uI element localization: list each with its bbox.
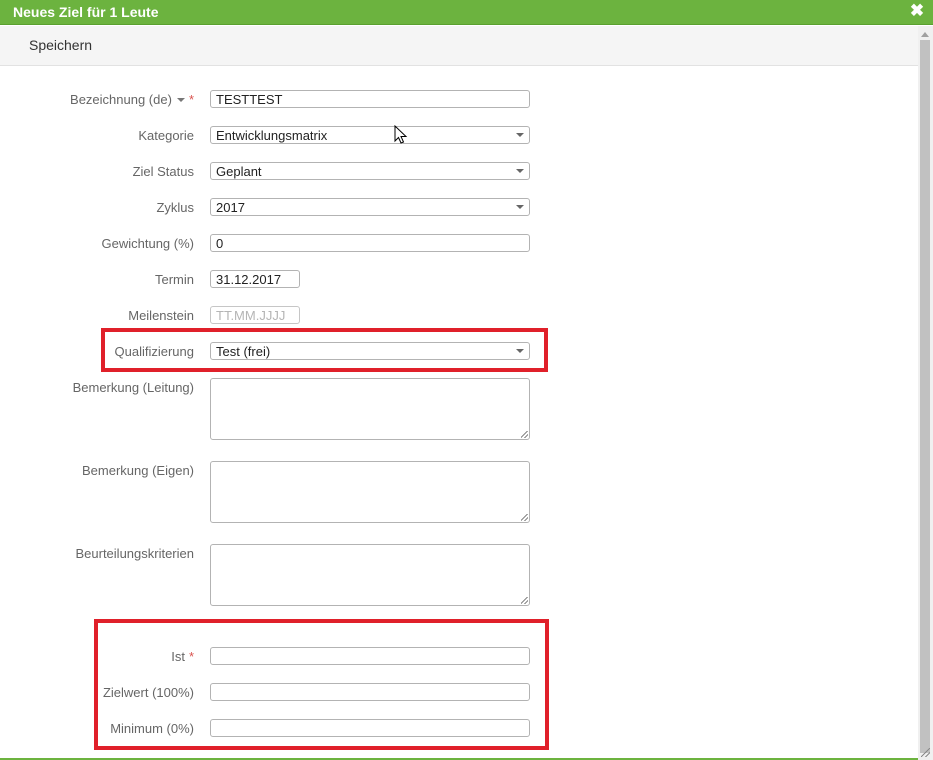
gewichtung-input[interactable]: 0 <box>210 234 530 252</box>
vertical-scrollbar[interactable] <box>918 26 933 760</box>
resize-handle-icon[interactable] <box>521 514 528 521</box>
toolbar: Speichern <box>0 26 918 66</box>
bemerkung-leitung-label: Bemerkung (Leitung) <box>72 380 194 395</box>
termin-label: Termin <box>154 272 194 287</box>
bezeichnung-input[interactable]: TESTTEST <box>210 90 530 108</box>
scroll-up-arrow-icon[interactable] <box>921 32 929 37</box>
zyklus-select-value: 2017 <box>216 200 245 215</box>
mouse-cursor-icon <box>394 125 408 144</box>
language-dropdown-caret-icon[interactable] <box>176 97 185 102</box>
required-marker: * <box>188 92 194 107</box>
zyklus-label: Zyklus <box>156 200 194 215</box>
close-icon[interactable]: ✖ <box>909 2 925 20</box>
kategorie-label: Kategorie <box>138 128 194 143</box>
highlight-box-qualifizierung <box>101 328 548 372</box>
dialog-titlebar: Neues Ziel für 1 Leute ✖ <box>0 0 933 25</box>
bezeichnung-label: Bezeichnung (de) * <box>70 92 194 107</box>
beurteilungskriterien-textarea[interactable] <box>210 544 530 606</box>
resize-handle-icon[interactable] <box>521 597 528 604</box>
meilenstein-date-input[interactable]: TT.MM.JJJJ <box>210 306 300 324</box>
gewichtung-label: Gewichtung (%) <box>101 236 194 251</box>
save-button[interactable]: Speichern <box>29 37 92 53</box>
bemerkung-eigen-textarea[interactable] <box>210 461 530 523</box>
ziel-status-select[interactable]: Geplant <box>210 162 530 180</box>
resize-handle-icon[interactable] <box>521 431 528 438</box>
meilenstein-label: Meilenstein <box>128 308 194 323</box>
ziel-status-label: Ziel Status <box>132 164 194 179</box>
resize-grip-icon[interactable] <box>921 748 930 757</box>
zyklus-select[interactable]: 2017 <box>210 198 530 216</box>
dialog-title: Neues Ziel für 1 Leute <box>13 4 159 20</box>
bemerkung-leitung-textarea[interactable] <box>210 378 530 440</box>
ziel-status-select-value: Geplant <box>216 164 262 179</box>
kategorie-select-value: Entwicklungsmatrix <box>216 128 328 143</box>
scrollbar-thumb[interactable] <box>920 40 930 753</box>
beurteilungskriterien-label: Beurteilungskriterien <box>75 546 194 561</box>
kategorie-select[interactable]: Entwicklungsmatrix <box>210 126 530 144</box>
highlight-box-target-values <box>94 619 549 750</box>
termin-date-input[interactable]: 31.12.2017 <box>210 270 300 288</box>
bemerkung-eigen-label: Bemerkung (Eigen) <box>82 463 194 478</box>
